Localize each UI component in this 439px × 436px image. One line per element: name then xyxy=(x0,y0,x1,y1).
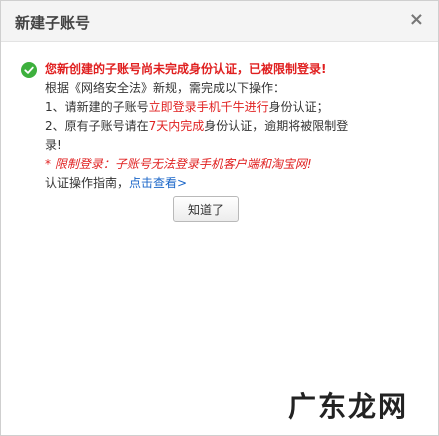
guide-link[interactable]: 点击查看> xyxy=(129,176,187,190)
step-1-highlight: 立即登录手机千牛进行 xyxy=(148,100,269,114)
ok-button[interactable]: 知道了 xyxy=(173,196,239,222)
guide-prefix: 认证操作指南， xyxy=(45,176,130,190)
check-circle-icon xyxy=(21,62,37,78)
guide-line: 认证操作指南，点击查看> xyxy=(45,174,405,193)
message-step-2-cont: 录! xyxy=(45,138,62,152)
step-2-highlight: 7天内完成 xyxy=(148,119,205,133)
message-body: 您新创建的子账号尚未完成身份认证，已被限制登录! 根据《网络安全法》新规，需完成… xyxy=(45,60,405,193)
dialog-title: 新建子账号 xyxy=(15,14,91,32)
watermark-text: 广东龙网 xyxy=(287,390,408,423)
step-1-prefix: 1、请新建的子账号 xyxy=(45,100,149,114)
message-headline: 您新创建的子账号尚未完成身份认证，已被限制登录! xyxy=(45,62,327,76)
step-1-suffix: 身份认证； xyxy=(268,100,329,114)
restriction-note: * 限制登录：子账号无法登录手机客户端和淘宝网! xyxy=(45,157,312,171)
message-step-2: 2、原有子账号请在7天内完成身份认证，逾期将被限制登 xyxy=(45,117,405,136)
dialog-content: 您新创建的子账号尚未完成身份认证，已被限制登录! 根据《网络安全法》新规，需完成… xyxy=(1,42,438,435)
close-icon[interactable]: × xyxy=(409,9,424,31)
message-line: 根据《网络安全法》新规，需完成以下操作： xyxy=(45,81,286,95)
message-step-1: 1、请新建的子账号立即登录手机千牛进行身份认证； xyxy=(45,98,405,117)
dialog-titlebar: 新建子账号 × xyxy=(1,1,438,42)
dialog: 新建子账号 × 您新创建的子账号尚未完成身份认证，已被限制登录! 根据《网络安全… xyxy=(0,0,439,436)
step-2-suffix: 身份认证，逾期将被限制登 xyxy=(204,119,349,133)
step-2-prefix: 2、原有子账号请在 xyxy=(45,119,149,133)
